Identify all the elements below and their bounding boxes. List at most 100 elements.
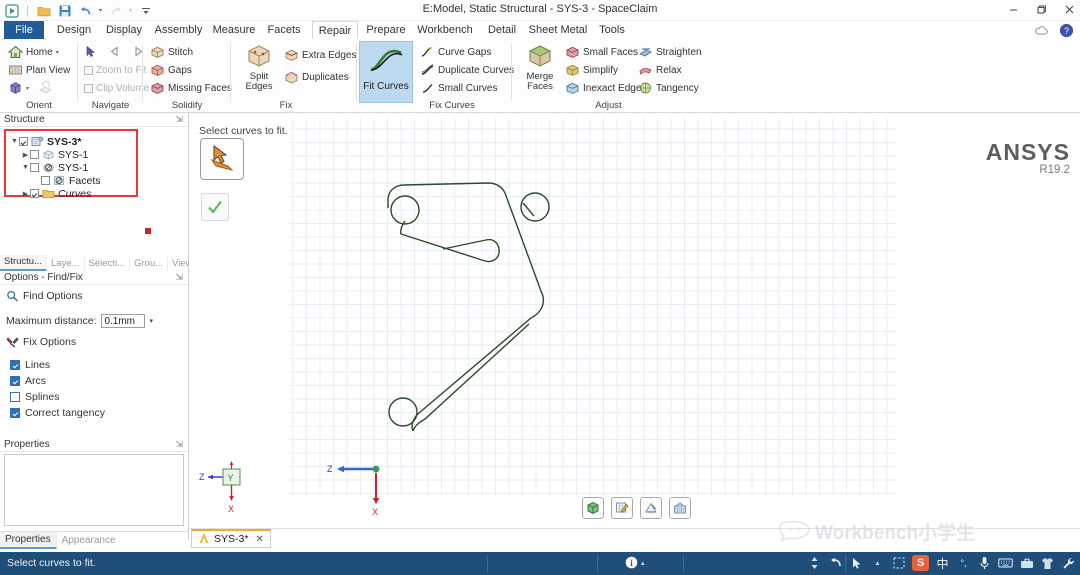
display-mode-button[interactable] <box>669 497 691 519</box>
tab-groups[interactable]: Grou... <box>130 257 169 271</box>
undo-icon[interactable] <box>78 3 93 18</box>
stitch-button[interactable]: Stitch <box>150 45 193 59</box>
cursor-icon[interactable] <box>849 555 864 571</box>
tab-prepare[interactable]: Prepare <box>362 21 410 39</box>
expander-down-icon[interactable]: ▼ <box>21 164 30 171</box>
tab-design[interactable]: Design <box>50 21 98 39</box>
select-box-icon[interactable] <box>891 555 906 571</box>
keyboard-icon[interactable] <box>998 555 1013 571</box>
maximum-distance-input[interactable]: 0.1mm <box>101 314 146 328</box>
curve-gaps-button[interactable]: Curve Gaps <box>420 45 491 59</box>
tab-assembly[interactable]: Assembly <box>151 21 206 39</box>
split-edges-button[interactable]: Split Edges <box>236 43 282 92</box>
tab-repair[interactable]: Repair <box>312 21 358 39</box>
info-caret-icon[interactable]: ▴ <box>641 559 645 567</box>
expander-right-icon[interactable]: ▶ <box>21 190 30 198</box>
plan-view-button[interactable]: Plan View <box>8 63 70 77</box>
home-caret-icon[interactable]: ▾ <box>56 49 59 56</box>
tab-layers[interactable]: Laye... <box>47 257 85 271</box>
tab-sheet-metal[interactable]: Sheet Metal <box>527 21 589 39</box>
tab-display[interactable]: Display <box>100 21 148 39</box>
box-caret-icon[interactable]: ▾ <box>26 85 29 92</box>
status-info-group[interactable]: i ▴ <box>625 556 645 569</box>
tree-checkbox[interactable] <box>19 137 28 146</box>
arcs-checkbox[interactable] <box>10 376 20 386</box>
orient-box-button[interactable]: ▾ <box>8 81 53 95</box>
toolbox-icon[interactable] <box>1019 555 1034 571</box>
fit-curves-button[interactable]: Fit Curves <box>359 41 413 103</box>
relax-button[interactable]: Relax <box>638 63 682 77</box>
gaps-button[interactable]: Gaps <box>150 63 192 77</box>
structure-pin-icon[interactable]: ⇲ <box>175 114 183 125</box>
inexact-edges-button[interactable]: Inexact Edges <box>565 81 646 95</box>
options-pin-icon[interactable]: ⇲ <box>175 272 183 283</box>
splines-checkbox[interactable] <box>10 392 20 402</box>
lines-checkbox[interactable] <box>10 360 20 370</box>
tab-detail[interactable]: Detail <box>481 21 523 39</box>
fix-option-correct-tangency[interactable]: Correct tangency <box>10 407 105 419</box>
rotate-icon[interactable] <box>828 555 843 571</box>
tab-tools[interactable]: Tools <box>593 21 631 39</box>
previous-view-icon[interactable] <box>108 45 123 59</box>
tree-checkbox[interactable] <box>30 189 39 198</box>
fix-option-lines[interactable]: Lines <box>10 359 50 371</box>
section-mode-button[interactable] <box>640 497 662 519</box>
sketch-mode-button[interactable] <box>611 497 633 519</box>
undo-dropdown-caret[interactable]: ▾ <box>99 7 102 14</box>
restore-icon[interactable] <box>1034 2 1048 16</box>
document-tab-sys3[interactable]: SYS-3* ✕ <box>191 529 271 548</box>
tab-properties[interactable]: Properties <box>0 531 57 549</box>
expander-down-icon[interactable]: ▼ <box>10 138 19 145</box>
maximum-distance-caret-icon[interactable]: ▾ <box>149 317 153 325</box>
tab-file[interactable]: File <box>4 21 44 39</box>
tab-workbench[interactable]: Workbench <box>414 21 476 39</box>
open-icon[interactable] <box>36 3 51 18</box>
cursor-caret-icon[interactable]: ▴ <box>870 555 885 571</box>
merge-faces-button[interactable]: Merge Faces <box>517 43 563 92</box>
tree-node-sys3[interactable]: ▼ SYS-3* <box>8 135 134 148</box>
chinese-mode-icon[interactable]: 中 <box>935 555 950 571</box>
find-options-section[interactable]: Find Options <box>6 290 83 302</box>
tree-node-facets[interactable]: Facets <box>8 174 134 187</box>
customize-qat-icon[interactable] <box>138 3 153 18</box>
viewport[interactable]: Select curves to fit. ANSYS R19.2 Z Y X … <box>189 113 1080 528</box>
run-icon[interactable] <box>4 3 19 18</box>
properties-grid[interactable] <box>4 454 184 526</box>
tree-node-curves[interactable]: ▶ Curves <box>8 187 134 200</box>
close-icon[interactable] <box>1062 2 1076 16</box>
solid-view-button[interactable] <box>582 497 604 519</box>
skin-icon[interactable] <box>1040 555 1055 571</box>
tree-checkbox[interactable] <box>30 163 39 172</box>
tab-measure[interactable]: Measure <box>208 21 260 39</box>
straighten-button[interactable]: Straighten <box>638 45 702 59</box>
save-icon[interactable] <box>57 3 72 18</box>
fix-option-splines[interactable]: Splines <box>10 391 59 403</box>
small-faces-button[interactable]: Small Faces <box>565 45 638 59</box>
simplify-button[interactable]: Simplify <box>565 63 618 77</box>
fix-option-arcs[interactable]: Arcs <box>10 375 46 387</box>
tab-structure[interactable]: Structu... <box>0 255 48 271</box>
tree-node-sys1-a[interactable]: ▶ SYS-1 <box>8 148 134 161</box>
tab-appearance[interactable]: Appearance <box>57 533 121 548</box>
tab-selection[interactable]: Selecti... <box>85 257 130 271</box>
tree-checkbox[interactable] <box>41 176 50 185</box>
settings-wrench-icon[interactable] <box>1061 555 1076 571</box>
tree-node-sys1-b[interactable]: ▼ SYS-1 <box>8 161 134 174</box>
home-button[interactable]: Home ▾ <box>7 45 59 59</box>
sogou-ime-icon[interactable]: S <box>912 555 929 571</box>
resize-handle-icon[interactable] <box>807 555 822 571</box>
duplicate-curves-button[interactable]: Duplicate Curves <box>420 63 514 77</box>
small-curves-button[interactable]: Small Curves <box>420 81 497 95</box>
correct-tangency-checkbox[interactable] <box>10 408 20 418</box>
close-icon[interactable]: ✕ <box>255 534 263 545</box>
axis-triad[interactable]: Z Y X <box>197 458 267 518</box>
microphone-icon[interactable] <box>977 555 992 571</box>
minimize-icon[interactable] <box>1006 2 1020 16</box>
missing-faces-button[interactable]: Missing Faces <box>150 81 232 95</box>
punctuation-icon[interactable]: °, <box>956 555 971 571</box>
extra-edges-button[interactable]: Extra Edges <box>284 48 356 62</box>
expander-right-icon[interactable]: ▶ <box>21 151 30 159</box>
tangency-button[interactable]: Tangency <box>638 81 699 95</box>
duplicates-button[interactable]: Duplicates <box>284 70 349 84</box>
select-arrow-icon[interactable] <box>84 45 99 59</box>
